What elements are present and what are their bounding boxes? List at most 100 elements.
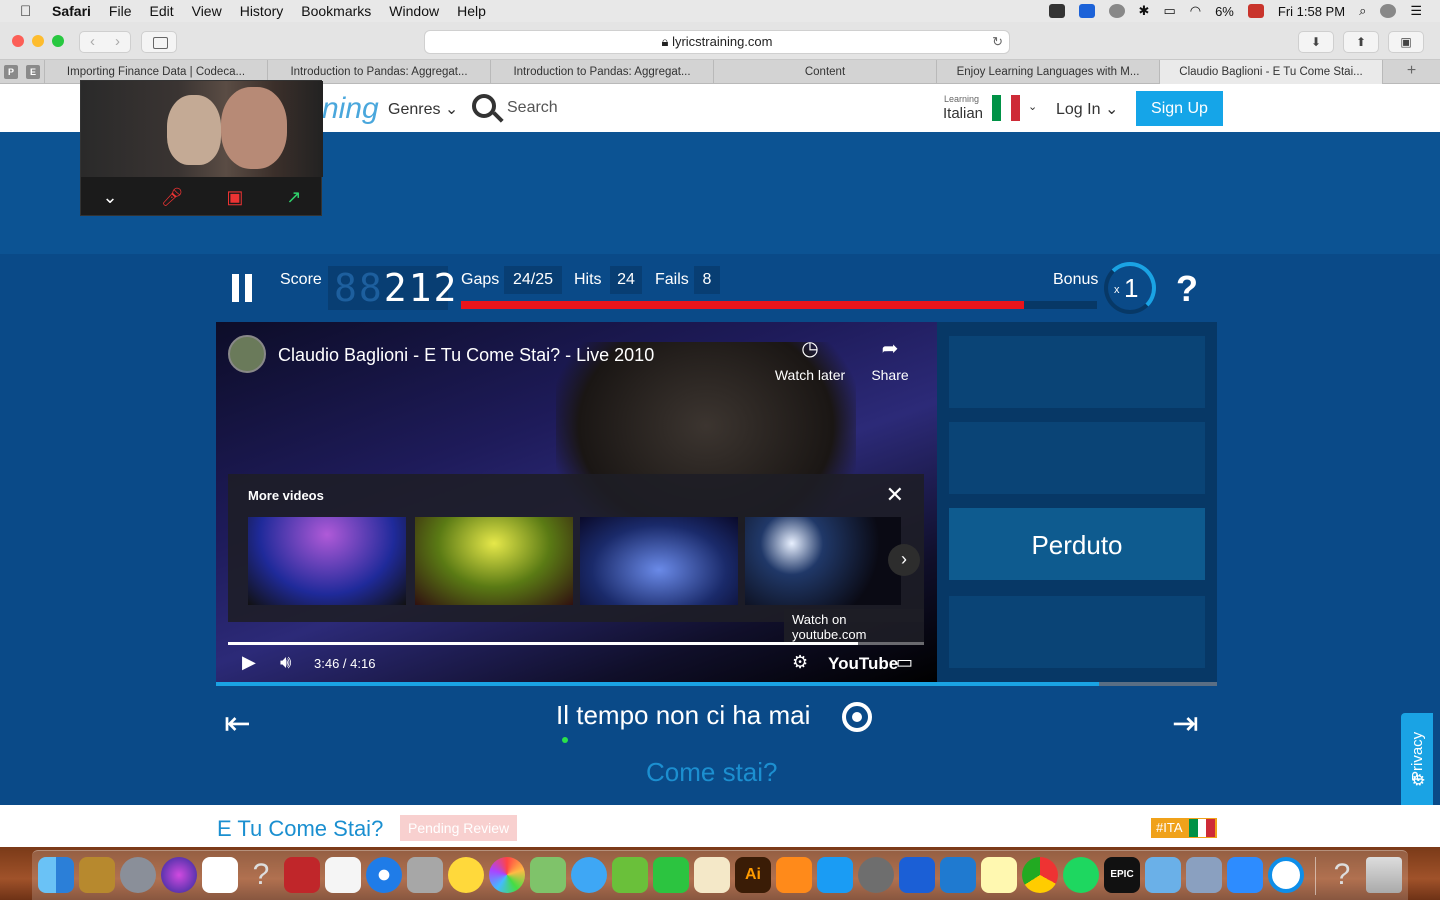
- menu-edit[interactable]: Edit: [149, 3, 173, 19]
- battery-percent[interactable]: 6%: [1215, 4, 1234, 19]
- facetime-icon[interactable]: [653, 857, 689, 893]
- creative-cloud-icon[interactable]: [1108, 4, 1125, 18]
- reload-icon[interactable]: ↻: [992, 31, 1003, 53]
- preview-icon[interactable]: [1186, 857, 1222, 893]
- related-video-thumb[interactable]: [248, 517, 406, 605]
- menu-window[interactable]: Window: [389, 3, 439, 19]
- related-video-thumb[interactable]: [745, 517, 901, 605]
- trash-icon[interactable]: [1366, 857, 1402, 893]
- airplay-icon[interactable]: ▭: [1163, 3, 1175, 19]
- search-icon[interactable]: [472, 94, 496, 118]
- apple-menu-icon[interactable]: : [20, 3, 34, 20]
- bluetooth-app-icon[interactable]: [899, 857, 935, 893]
- stickies-icon[interactable]: [981, 857, 1017, 893]
- spotify-icon[interactable]: [1063, 857, 1099, 893]
- teamviewer-icon[interactable]: [1268, 857, 1304, 893]
- related-video-thumb[interactable]: [415, 517, 573, 605]
- close-icon[interactable]: ✕: [886, 482, 904, 508]
- menu-file[interactable]: File: [109, 3, 132, 19]
- share-screen-icon[interactable]: ↗: [286, 187, 301, 208]
- answer-slot[interactable]: [949, 596, 1205, 668]
- new-tab-button[interactable]: +: [1382, 60, 1440, 83]
- help-button[interactable]: ?: [1176, 268, 1198, 310]
- zoom-status-icon[interactable]: [1048, 4, 1065, 18]
- cyberduck-icon[interactable]: [448, 857, 484, 893]
- answer-slot[interactable]: [949, 336, 1205, 408]
- answer-option-chosen[interactable]: Perduto: [949, 508, 1205, 580]
- menu-view[interactable]: View: [192, 3, 222, 19]
- italy-flag-icon[interactable]: [992, 95, 1020, 121]
- photos-icon[interactable]: [489, 857, 525, 893]
- video-scrubber[interactable]: [228, 642, 924, 645]
- signup-button[interactable]: Sign Up: [1136, 91, 1223, 126]
- search-link[interactable]: Search: [507, 99, 558, 117]
- system-preferences-icon[interactable]: [858, 857, 894, 893]
- bluetooth-icon[interactable]: ✱: [1139, 3, 1150, 19]
- zoom-video-window[interactable]: ⌄ 🎤︎ ▣ ↗: [80, 80, 323, 216]
- volume-icon[interactable]: 🔊︎: [280, 652, 291, 673]
- address-bar[interactable]: 🔒︎ lyricstraining.com ↻: [424, 30, 1010, 54]
- safari-icon[interactable]: [366, 857, 402, 893]
- answer-slot[interactable]: [949, 422, 1205, 494]
- watch-later-button[interactable]: ◷ Watch later: [770, 336, 850, 383]
- video-off-icon[interactable]: ▣: [226, 187, 243, 208]
- share-button[interactable]: ⬆: [1343, 31, 1379, 53]
- finder-icon[interactable]: [38, 857, 74, 893]
- reminders-icon[interactable]: [325, 857, 361, 893]
- calculator-icon[interactable]: [407, 857, 443, 893]
- youtube-player[interactable]: Claudio Baglioni - E Tu Come Stai? - Liv…: [216, 322, 937, 682]
- photo-booth-icon[interactable]: [284, 857, 320, 893]
- notification-center-icon[interactable]: ☰: [1410, 3, 1422, 19]
- downloads-button[interactable]: ⬇: [1298, 31, 1334, 53]
- teamviewer-status-icon[interactable]: [1078, 4, 1095, 18]
- tab-enjoy-learning[interactable]: Enjoy Learning Languages with M...: [936, 60, 1159, 84]
- chrome-icon[interactable]: [1022, 857, 1058, 893]
- minimize-window-button[interactable]: [32, 35, 44, 47]
- close-window-button[interactable]: [12, 35, 24, 47]
- fullscreen-window-button[interactable]: [52, 35, 64, 47]
- related-video-thumb[interactable]: [580, 517, 738, 605]
- collapse-chevron-icon[interactable]: ⌄: [102, 187, 117, 208]
- pinned-tab-p[interactable]: P: [0, 60, 22, 83]
- vscode-icon[interactable]: [940, 857, 976, 893]
- login-menu[interactable]: Log In ⌄: [1056, 99, 1118, 119]
- keynote-icon[interactable]: [1145, 857, 1181, 893]
- share-video-button[interactable]: ➦ Share: [850, 336, 930, 383]
- pinned-tab-e[interactable]: E: [22, 60, 44, 83]
- mic-muted-icon[interactable]: 🎤︎: [161, 187, 184, 208]
- calendar-icon[interactable]: [202, 857, 238, 893]
- clock[interactable]: Fri 1:58 PM: [1278, 4, 1345, 19]
- previous-line-icon[interactable]: ⇤: [224, 704, 251, 742]
- video-title[interactable]: Claudio Baglioni - E Tu Come Stai? - Liv…: [278, 345, 654, 366]
- epic-games-icon[interactable]: EPIC: [1104, 857, 1140, 893]
- zoom-app-icon[interactable]: [1227, 857, 1263, 893]
- privacy-button[interactable]: Privacy ⚙: [1401, 713, 1433, 814]
- siri-icon[interactable]: [1380, 4, 1397, 18]
- song-title[interactable]: E Tu Come Stai?: [217, 816, 383, 842]
- chevron-down-icon[interactable]: ⌄: [1028, 100, 1037, 113]
- launchpad-icon[interactable]: [120, 857, 156, 893]
- pause-button[interactable]: [232, 274, 254, 302]
- notes-book-icon[interactable]: [79, 857, 115, 893]
- books-icon[interactable]: [776, 857, 812, 893]
- learning-language[interactable]: Italian: [943, 105, 983, 122]
- wifi-icon[interactable]: ◠: [1190, 3, 1201, 19]
- play-icon[interactable]: ▶: [242, 652, 256, 673]
- app-store-icon[interactable]: [817, 857, 853, 893]
- menu-app[interactable]: Safari: [52, 3, 91, 19]
- back-icon[interactable]: ‹: [80, 32, 105, 52]
- watch-on-youtube-link[interactable]: Watch on youtube.com: [784, 609, 924, 645]
- illustrator-icon[interactable]: Ai: [735, 857, 771, 893]
- forward-icon[interactable]: ›: [105, 32, 130, 52]
- migration-icon[interactable]: [612, 857, 648, 893]
- site-logo[interactable]: ning: [322, 92, 379, 126]
- tab-claudio-baglioni[interactable]: Claudio Baglioni - E Tu Come Stai...: [1159, 60, 1382, 84]
- chevron-right-icon[interactable]: ›: [888, 544, 920, 576]
- genres-menu[interactable]: Genres ⌄: [388, 99, 458, 119]
- replay-line-icon[interactable]: [842, 702, 872, 732]
- tab-pandas-2[interactable]: Introduction to Pandas: Aggregat...: [490, 60, 713, 84]
- siri-icon[interactable]: [161, 857, 197, 893]
- language-tag[interactable]: #ITA: [1151, 818, 1217, 838]
- menu-help[interactable]: Help: [457, 3, 486, 19]
- messages-icon[interactable]: [571, 857, 607, 893]
